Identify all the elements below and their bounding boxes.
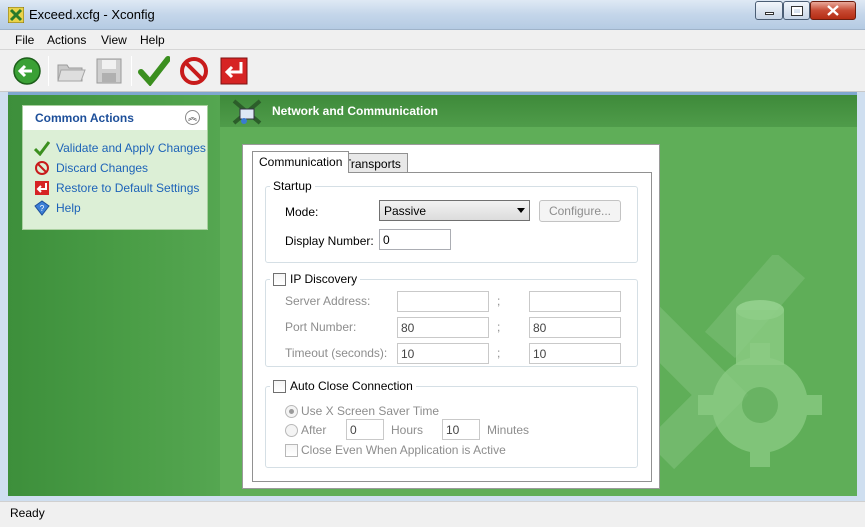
help-icon: ? (34, 200, 50, 216)
port-number-input-2[interactable]: 80 (529, 317, 621, 338)
separator: ; (497, 320, 501, 334)
dropdown-arrow-icon (517, 208, 525, 213)
timeout-input-1[interactable]: 10 (397, 343, 489, 364)
common-actions-panel: Common Actions ︽ Validate and Apply Chan… (22, 105, 208, 230)
network-icon (232, 99, 262, 125)
auto-close-label: Auto Close Connection (290, 379, 413, 393)
display-number-label: Display Number: (285, 234, 374, 248)
ip-discovery-label: IP Discovery (290, 272, 358, 286)
save-icon (96, 58, 122, 84)
auto-close-checkbox[interactable] (273, 379, 286, 393)
mode-label: Mode: (285, 205, 319, 219)
common-actions-title: Common Actions (35, 111, 134, 125)
maximize-button[interactable] (783, 1, 810, 20)
help-link[interactable]: ? Help (34, 200, 81, 216)
menu-help[interactable]: Help (140, 33, 165, 47)
collapse-chevron-icon[interactable]: ︽ (185, 110, 200, 125)
close-even-label: Close Even When Application is Active (301, 443, 506, 457)
server-address-input-1[interactable] (397, 291, 489, 312)
back-button[interactable] (10, 54, 44, 88)
restore-defaults-label: Restore to Default Settings (56, 181, 200, 195)
toolbar (0, 50, 865, 92)
timeout-input-2[interactable]: 10 (529, 343, 621, 364)
minimize-button[interactable] (755, 1, 783, 20)
validate-check-icon (34, 141, 50, 156)
server-address-label: Server Address: (285, 294, 371, 308)
window-title: Exceed.xcfg - Xconfig (29, 7, 155, 22)
auto-close-legend[interactable]: Auto Close Connection (270, 379, 416, 393)
use-screensaver-radio[interactable] (285, 405, 298, 418)
minutes-label: Minutes (487, 423, 530, 437)
close-button[interactable] (810, 1, 856, 20)
common-actions-header: Common Actions ︽ (23, 106, 207, 130)
tab-communication[interactable]: Communication (252, 151, 350, 173)
validate-check-icon (138, 56, 170, 86)
hours-input[interactable]: 0 (346, 419, 384, 440)
validate-apply-link[interactable]: Validate and Apply Changes (34, 140, 206, 156)
discard-button[interactable] (177, 54, 211, 88)
display-number-input[interactable]: 0 (379, 229, 451, 250)
minutes-input[interactable]: 10 (442, 419, 480, 440)
main-header: Network and Communication (220, 95, 857, 127)
svg-text:?: ? (40, 204, 45, 213)
after-label: After (301, 423, 327, 437)
configure-button[interactable]: Configure... (539, 200, 621, 222)
separator: ; (497, 346, 501, 360)
after-radio[interactable] (285, 424, 298, 437)
discard-icon (35, 161, 49, 175)
restore-defaults-button[interactable] (217, 54, 251, 88)
discard-changes-label: Discard Changes (56, 161, 149, 175)
startup-legend: Startup (270, 179, 315, 193)
separator: ; (497, 294, 501, 308)
mode-value: Passive (384, 204, 427, 218)
status-bar: Ready (0, 501, 865, 527)
section-title: Network and Communication (272, 104, 439, 118)
help-label: Help (56, 201, 81, 215)
maximize-icon (790, 5, 803, 16)
ip-discovery-checkbox[interactable] (273, 272, 286, 286)
save-button[interactable] (92, 54, 126, 88)
menu-view[interactable]: View (101, 33, 127, 47)
ip-discovery-group: IP Discovery Server Address: ; Port Numb… (265, 272, 638, 367)
use-screensaver-label: Use X Screen Saver Time (301, 404, 440, 418)
title-bar: Exceed.xcfg - Xconfig (0, 0, 865, 30)
timeout-label: Timeout (seconds): (285, 346, 388, 360)
settings-panel: Communication Transports Startup Mode: P… (242, 144, 660, 489)
menu-file[interactable]: File (15, 33, 34, 47)
minimize-icon (764, 12, 774, 15)
port-number-input-1[interactable]: 80 (397, 317, 489, 338)
main-pane: Network and Communication Communication … (220, 95, 857, 496)
restore-icon (35, 181, 49, 195)
open-button[interactable] (54, 54, 88, 88)
menu-actions[interactable]: Actions (47, 33, 86, 47)
left-pane: Common Actions ︽ Validate and Apply Chan… (8, 95, 220, 496)
discard-icon (180, 57, 208, 85)
discard-changes-link[interactable]: Discard Changes (34, 160, 148, 176)
back-arrow-icon (13, 57, 41, 85)
open-folder-icon (57, 64, 86, 82)
menu-bar: File Actions View Help (0, 30, 865, 50)
server-address-input-2[interactable] (529, 291, 621, 312)
validate-apply-label: Validate and Apply Changes (56, 141, 206, 155)
close-icon (827, 5, 839, 16)
restore-defaults-link[interactable]: Restore to Default Settings (34, 180, 199, 196)
restore-icon (220, 57, 248, 85)
startup-group: Startup Mode: Passive Configure... Displ… (265, 179, 638, 263)
close-even-checkbox[interactable] (285, 444, 298, 457)
mode-select[interactable]: Passive (379, 200, 530, 221)
validate-button[interactable] (137, 54, 171, 88)
communication-tab-page: Startup Mode: Passive Configure... Displ… (252, 172, 652, 482)
port-number-label: Port Number: (285, 320, 357, 334)
hours-label: Hours (391, 423, 424, 437)
xconfig-app-icon (8, 7, 24, 23)
status-text: Ready (10, 506, 45, 520)
ip-discovery-legend[interactable]: IP Discovery (270, 272, 361, 286)
auto-close-group: Auto Close Connection Use X Screen Saver… (265, 379, 638, 468)
